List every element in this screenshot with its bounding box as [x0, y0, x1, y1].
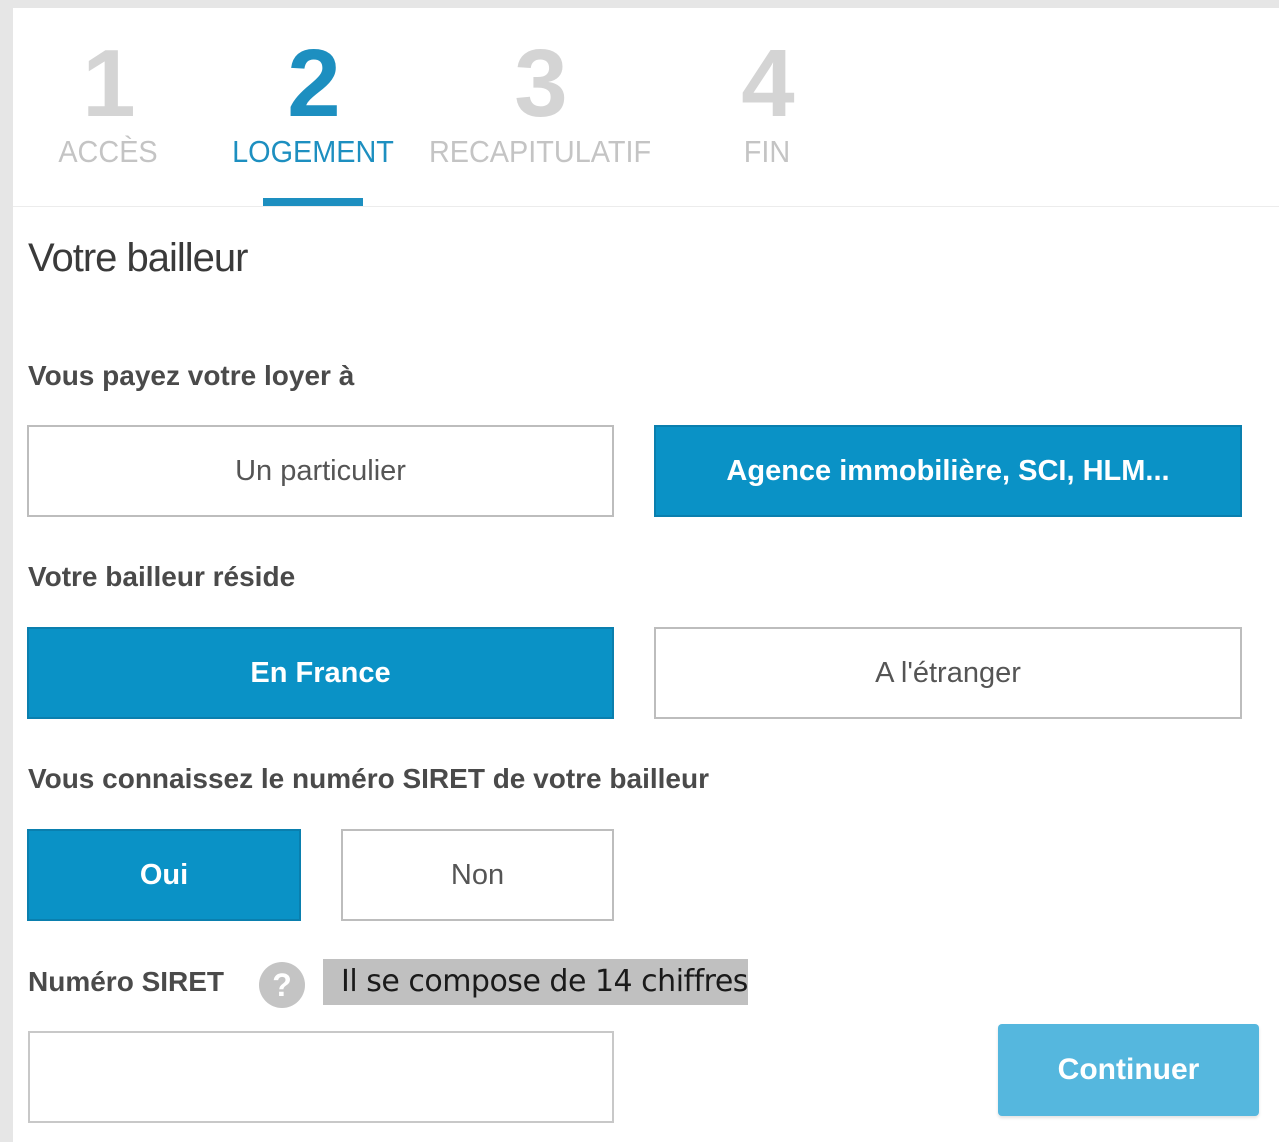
rent-payee-question: Vous payez votre loyer à: [28, 360, 355, 391]
siret-label: Numéro SIRET: [28, 966, 225, 997]
question-icon[interactable]: ?: [259, 962, 305, 1008]
option-non-button[interactable]: Non: [341, 829, 614, 921]
siret-help-tooltip: Il se compose de 14 chiffres: [323, 959, 748, 1005]
step-number: 4: [741, 30, 794, 137]
active-step-indicator: [263, 198, 363, 206]
option-oui-button[interactable]: Oui: [27, 829, 301, 921]
step-label: RECAPITULATIF: [428, 134, 652, 169]
option-en-france-button[interactable]: En France: [27, 627, 614, 719]
step-recapitulatif: 3 RECAPITULATIF: [420, 34, 660, 172]
siret-known-question: Vous connaissez le numéro SIRET de votre…: [28, 763, 709, 794]
siret-input[interactable]: [28, 1031, 614, 1123]
option-a-letranger-button[interactable]: A l'étranger: [654, 627, 1242, 719]
step-number: 2: [287, 30, 340, 137]
step-logement: 2 LOGEMENT: [193, 34, 433, 172]
step-number: 3: [514, 30, 567, 137]
option-agence-immobiliere-button[interactable]: Agence immobilière, SCI, HLM...: [654, 425, 1242, 517]
landlord-residence-question: Votre bailleur réside: [28, 561, 296, 592]
form-panel: 1 ACCÈS 2 LOGEMENT 3 RECAPITULATIF 4 FIN…: [13, 8, 1279, 1142]
step-fin: 4 FIN: [647, 34, 887, 172]
section-title: Votre bailleur: [28, 236, 248, 280]
option-un-particulier-button[interactable]: Un particulier: [27, 425, 614, 517]
continue-button[interactable]: Continuer: [998, 1024, 1259, 1116]
step-label: LOGEMENT: [232, 134, 394, 169]
progress-stepper: 1 ACCÈS 2 LOGEMENT 3 RECAPITULATIF 4 FIN: [13, 8, 1279, 207]
step-label: FIN: [743, 134, 791, 169]
step-label: ACCÈS: [58, 134, 158, 169]
